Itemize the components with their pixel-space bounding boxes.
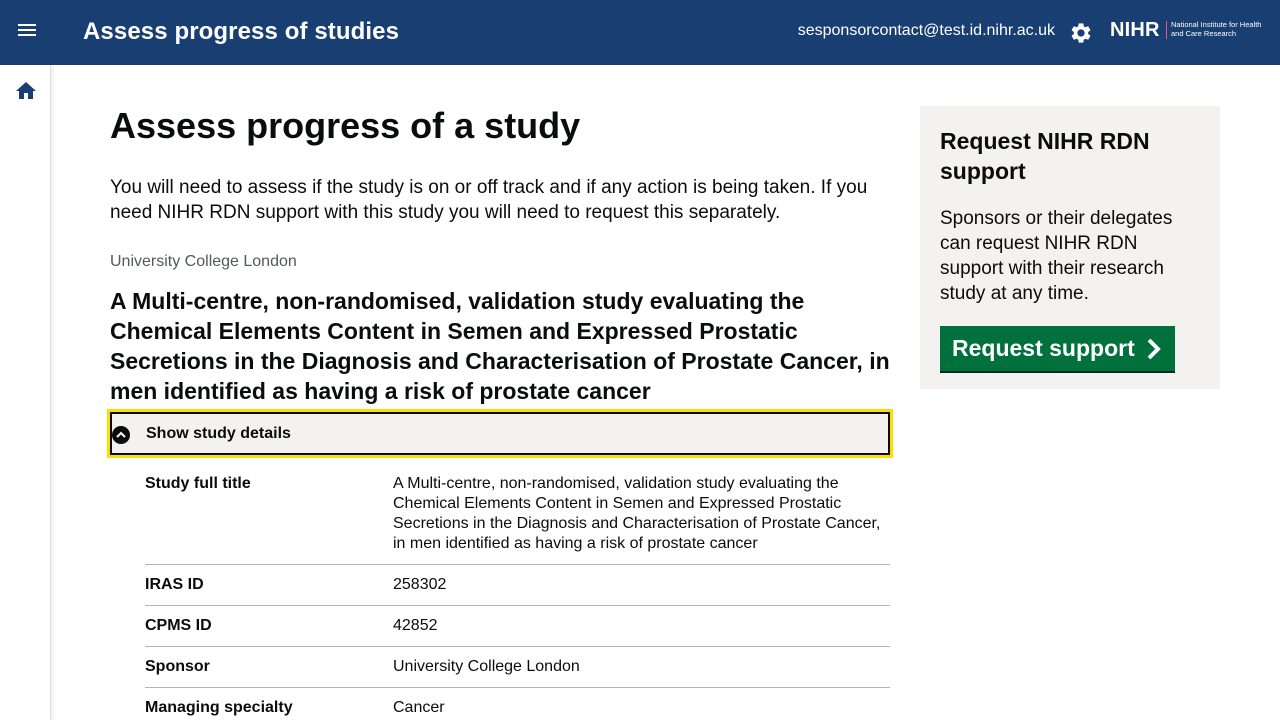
organisation-caption: University College London [110,253,297,270]
summary-row: CPMS ID 42852 [145,606,890,647]
summary-value: Cancer [393,699,445,716]
summary-row: Sponsor University College London [145,647,890,688]
summary-value: University College London [393,658,580,675]
summary-value: 42852 [393,617,438,634]
summary-value: 258302 [393,576,447,593]
details-toggle-label: Show study details [146,425,291,442]
summary-key: IRAS ID [145,576,204,593]
top-header: Assess progress of studies sesponsorcont… [0,0,1280,65]
request-support-label: Request support [952,335,1135,361]
sidebar [0,65,51,720]
summary-row: IRAS ID 258302 [145,565,890,606]
summary-value: A Multi-centre, non-randomised, validati… [393,475,881,552]
home-icon[interactable] [14,79,38,103]
gear-icon[interactable] [1069,21,1093,45]
summary-row: Managing specialty Cancer [145,688,890,720]
support-panel-title: Request NIHR RDN support [940,128,1150,184]
summary-key: Study full title [145,475,251,492]
intro-text: You will need to assess if the study is … [110,177,868,223]
study-title: A Multi-centre, non-randomised, validati… [110,288,890,404]
chevron-up-icon [112,426,130,444]
user-email: sesponsorcontact@test.id.nihr.ac.uk [797,22,1055,39]
request-support-panel: Request NIHR RDN support Sponsors or the… [920,106,1220,389]
summary-key: CPMS ID [145,617,212,634]
main-content: Assess progress of a study You will need… [107,105,893,720]
study-summary-list: Study full title A Multi-centre, non-ran… [145,474,890,720]
menu-icon[interactable] [14,21,40,45]
show-study-details-toggle[interactable]: Show study details [107,409,893,458]
summary-row: Study full title A Multi-centre, non-ran… [145,474,890,565]
nihr-logo[interactable]: NIHR National Institute for Health and C… [1110,19,1270,43]
support-panel-text: Sponsors or their delegates can request … [940,208,1173,304]
page-title: Assess progress of a study [110,105,581,146]
chevron-right-icon [1147,338,1161,359]
request-support-button[interactable]: Request support [940,326,1175,371]
summary-key: Sponsor [145,658,210,675]
app-title: Assess progress of studies [83,18,400,45]
summary-key: Managing specialty [145,699,293,716]
